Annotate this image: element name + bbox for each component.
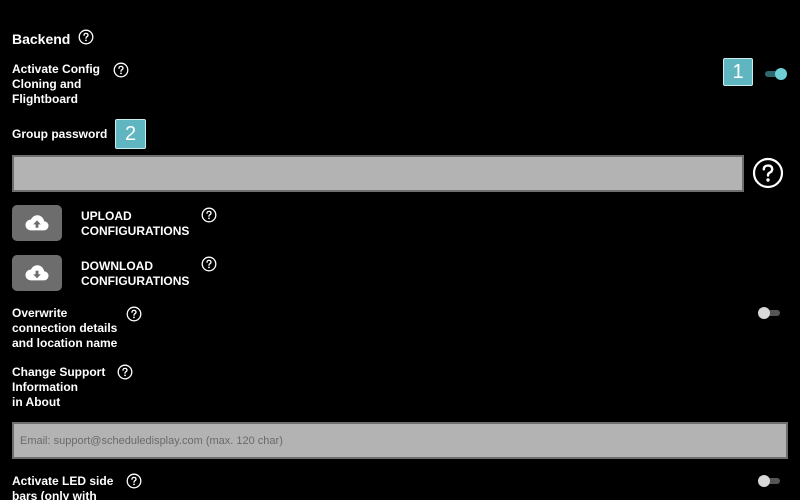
upload-configurations-label[interactable]: UPLOAD CONFIGURATIONS [81,209,189,239]
led-sidebars-label: Activate LED side bars (only with [12,474,114,500]
overwrite-connection-label: Overwrite connection details and locatio… [12,306,118,350]
support-info-label: Change Support Information in About [12,365,106,409]
upload-help-icon[interactable] [201,207,217,223]
toggle-thumb [758,307,770,319]
help-icon[interactable] [78,29,94,45]
toggle-thumb [758,475,770,487]
toggle-thumb [775,68,787,80]
overwrite-toggle[interactable] [758,306,782,320]
upload-button[interactable] [12,205,62,241]
support-email-input[interactable] [12,422,788,459]
download-help-icon[interactable] [201,256,217,272]
led-sidebars-toggle[interactable] [758,474,782,488]
annotation-badge-2: 2 [115,119,146,149]
cloud-upload-icon [25,215,49,231]
config-cloning-help-icon[interactable] [113,62,129,78]
section-title: Backend [12,31,71,47]
support-info-help-icon[interactable] [117,364,133,380]
config-cloning-toggle[interactable] [763,67,787,81]
annotation-badge-1: 1 [723,58,753,86]
cloud-download-icon [25,265,49,281]
download-button[interactable] [12,255,62,291]
config-cloning-label: Activate Config Cloning and Flightboard [12,62,101,106]
group-password-help-icon[interactable] [752,157,784,189]
group-password-input[interactable] [12,155,744,192]
led-sidebars-help-icon[interactable] [126,473,142,489]
download-configurations-label[interactable]: DOWNLOAD CONFIGURATIONS [81,259,189,289]
group-password-label: Group password [12,127,108,141]
overwrite-help-icon[interactable] [126,306,142,322]
settings-page: Backend Activate Config Cloning and Flig… [0,0,800,500]
